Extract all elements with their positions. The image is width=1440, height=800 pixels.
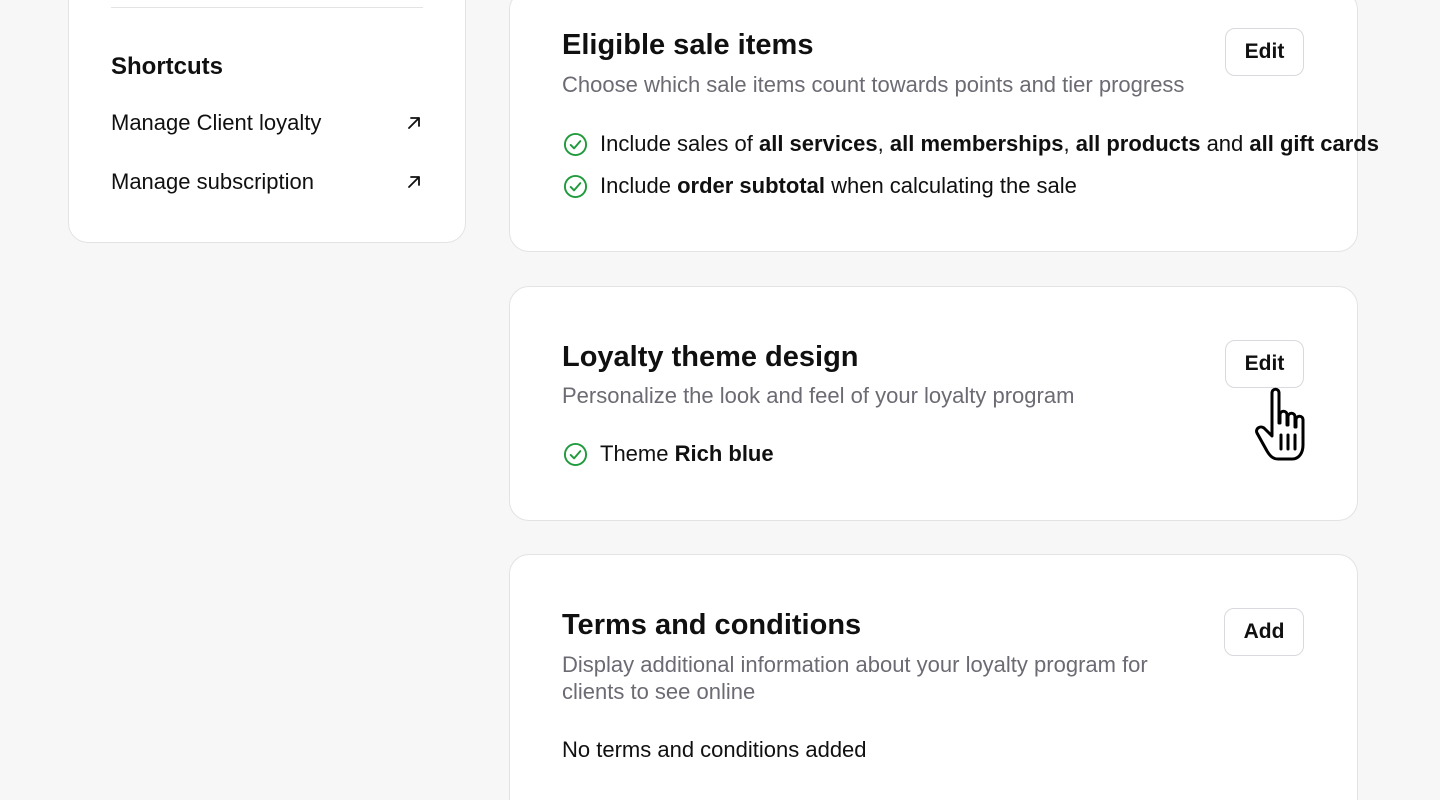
row-bold-text: order subtotal [677,173,825,198]
row-bold-text: all gift cards [1249,131,1379,156]
order-subtotal-row: Include order subtotal when calculating … [563,173,1077,199]
row-text: Include [600,173,678,198]
row-bold-text: all services [758,131,878,156]
edit-theme-button[interactable]: Edit [1225,340,1304,388]
card-title: Loyalty theme design [562,341,859,373]
edit-eligible-items-button[interactable]: Edit [1225,28,1304,76]
add-terms-button[interactable]: Add [1224,608,1304,656]
row-bold-text: all memberships [889,131,1064,156]
shortcut-manage-client-loyalty[interactable]: Manage Client loyalty [111,106,423,140]
shortcuts-divider [111,7,423,8]
shortcut-label: Manage Client loyalty [111,110,322,135]
row-text: Include sales of [600,131,759,156]
card-title: Terms and conditions [562,609,862,641]
row-bold-text: Rich blue [674,441,774,466]
card-description: Personalize the look and feel of your lo… [562,383,1075,408]
check-circle-icon [563,132,588,156]
no-terms-message: No terms and conditions added [562,737,867,762]
row-text: , [877,131,890,156]
row-text: , [1063,131,1076,156]
check-circle-icon [563,442,588,466]
external-arrow-icon [408,176,420,188]
check-circle-icon [563,174,588,198]
hand-pointer-cursor-icon [1255,387,1305,461]
row-text: and [1200,131,1250,156]
external-arrow-icon [408,117,420,129]
shortcuts-panel: Shortcuts Manage Client loyalty Manage s… [68,0,466,243]
theme-row: Theme Rich blue [563,441,774,467]
card-description: Choose which sale items count towards po… [562,72,1185,97]
shortcut-label: Manage subscription [111,169,315,194]
row-text: Theme [600,441,675,466]
shortcut-manage-subscription[interactable]: Manage subscription [111,165,423,199]
eligible-sale-items-card: Eligible sale items Choose which sale it… [509,0,1379,252]
eligible-items-row: Include sales of all services , all memb… [563,131,1379,157]
settings-page: Shortcuts Manage Client loyalty Manage s… [0,0,1440,800]
terms-and-conditions-card: Terms and conditions Display additional … [509,554,1358,800]
card-title: Eligible sale items [562,29,814,61]
loyalty-theme-design-card: Loyalty theme design Personalize the loo… [509,286,1358,521]
card-description: Display additional information about you… [562,652,1148,704]
shortcuts-title: Shortcuts [111,53,224,80]
row-bold-text: all products [1075,131,1201,156]
row-text: when calculating the sale [824,173,1077,198]
